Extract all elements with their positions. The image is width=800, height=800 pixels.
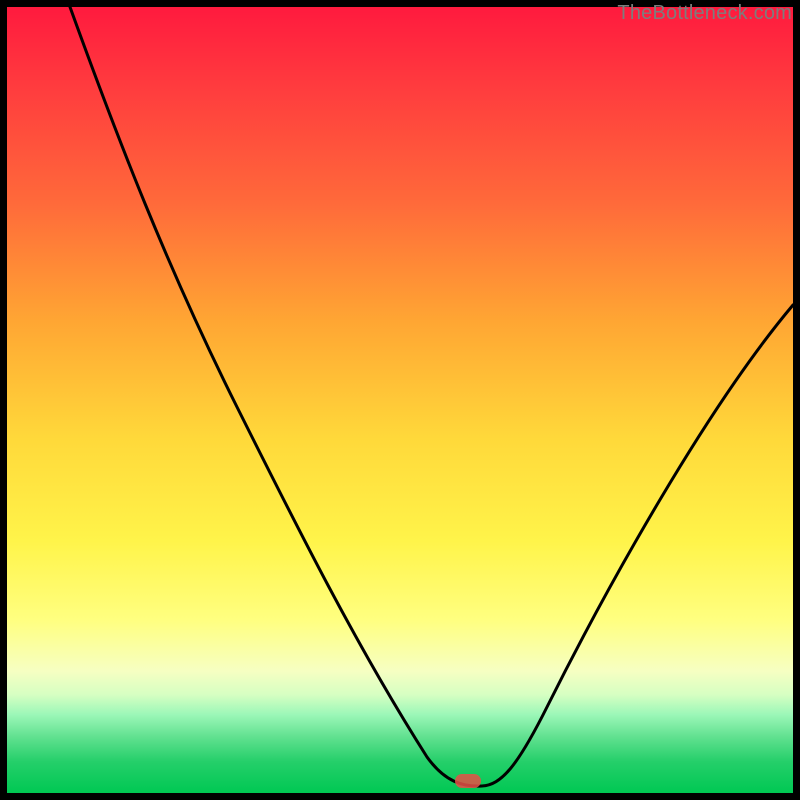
optimum-marker	[455, 774, 481, 788]
watermark-text: TheBottleneck.com	[617, 2, 792, 25]
chart-stage: TheBottleneck.com	[0, 0, 800, 800]
plot-background	[7, 7, 793, 793]
